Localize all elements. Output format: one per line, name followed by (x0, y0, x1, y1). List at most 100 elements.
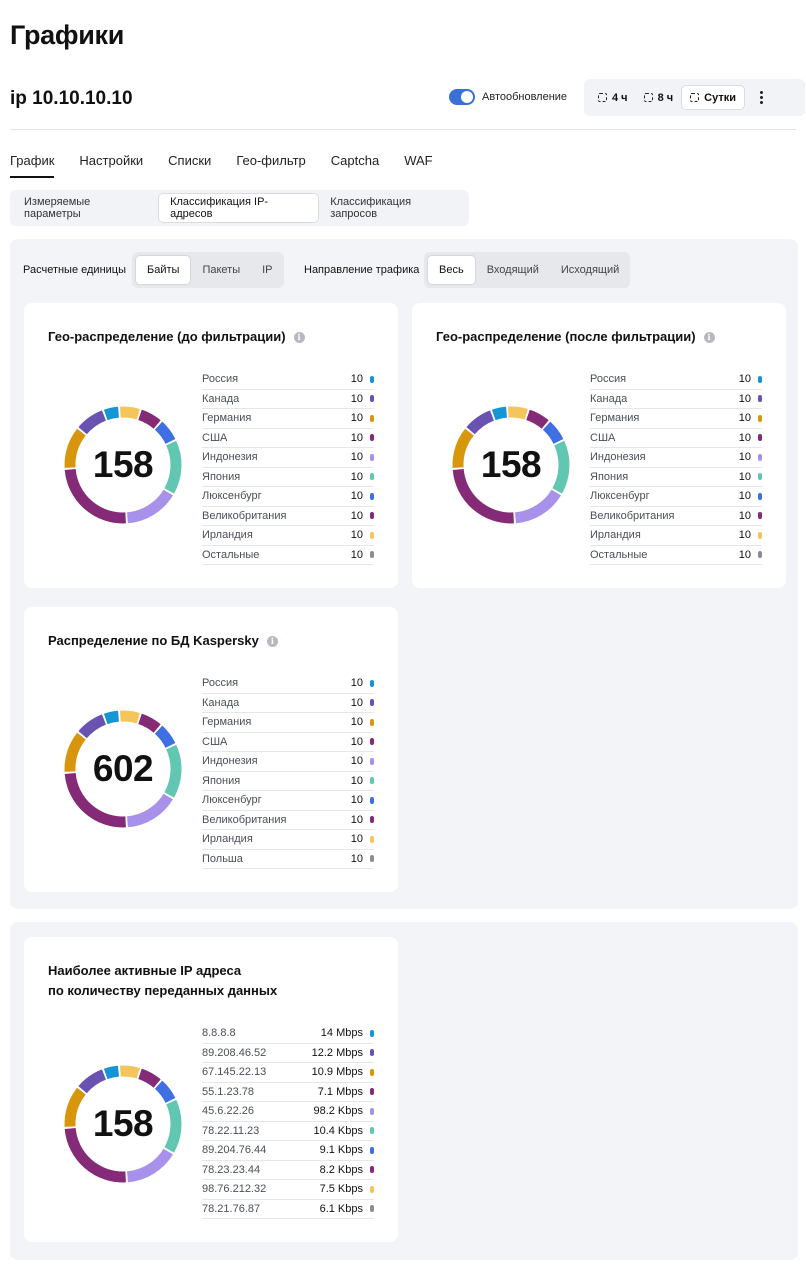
legend-label: Япония (202, 774, 241, 787)
legend-color-marker (370, 512, 374, 520)
direction-all-button[interactable]: Весь (427, 255, 476, 285)
legend-label: 55.1.23.78 (202, 1085, 254, 1098)
legend-color-marker (370, 414, 374, 422)
card-title-text: Распределение по БД Kaspersky (48, 633, 259, 648)
legend-label: Индонезия (590, 451, 646, 464)
legend-color-marker (370, 1088, 374, 1096)
legend-row: Польша 10 (202, 850, 374, 869)
card-title-line2: по количеству переданных данных (48, 983, 278, 998)
units-packets-button[interactable]: Пакеты (191, 255, 251, 285)
units-selector: Байты Пакеты IP (132, 252, 284, 288)
legend-color-marker (758, 414, 762, 422)
tab-geo-filter[interactable]: Гео-фильтр (236, 153, 305, 178)
units-ip-button[interactable]: IP (251, 255, 283, 285)
kaspersky-card: Распределение по БД Kaspersky i 602 Росс… (24, 607, 398, 892)
legend-label: Ирландия (590, 529, 641, 542)
legend-value: 7.1 Mbps (317, 1085, 363, 1098)
geo-before-card: Гео-распределение (до фильтрации) i 158 … (24, 303, 398, 588)
legend-value: 10 (350, 794, 363, 807)
legend-color-marker (370, 718, 374, 726)
legend-row: Канада 10 (202, 390, 374, 409)
auto-refresh-toggle[interactable] (449, 89, 475, 105)
legend-color-marker (370, 395, 374, 403)
legend-color-marker (370, 679, 374, 687)
legend-label: Германия (590, 412, 640, 425)
legend-row: 98.76.212.32 7.5 Kbps (202, 1180, 374, 1200)
range-8h-button[interactable]: 8 ч (636, 85, 682, 110)
more-menu-icon[interactable] (753, 91, 771, 104)
card-title: Наиболее активные IP адреса по количеств… (48, 961, 277, 1001)
legend-row: 78.23.23.44 8.2 Kbps (202, 1161, 374, 1180)
auto-refresh-label: Автообновление (482, 91, 568, 103)
legend-value: 10 (350, 392, 363, 405)
donut-chart: 158 (59, 1060, 187, 1188)
legend-value: 10 (738, 431, 751, 444)
auto-refresh[interactable]: Автообновление (449, 89, 567, 105)
legend-label: Люксенбург (590, 490, 650, 503)
tab-captcha[interactable]: Captcha (331, 153, 379, 178)
legend-color-marker (370, 816, 374, 824)
page-title: Графики (10, 20, 125, 50)
geo-after-card: Гео-распределение (после фильтрации) i 1… (412, 303, 786, 588)
legend-value: 10.9 Mbps (311, 1066, 363, 1079)
range-icon (643, 93, 653, 102)
legend-label: Люксенбург (202, 490, 262, 503)
range-4h-button[interactable]: 4 ч (590, 85, 636, 110)
range-icon (598, 93, 607, 102)
legend-label: 78.22.11.23 (202, 1124, 260, 1137)
subtab-ip-classification[interactable]: Классификация IP-адресов (158, 193, 320, 223)
info-icon[interactable]: i (266, 635, 278, 647)
legend-value: 10 (738, 373, 751, 386)
legend-value: 10 (350, 774, 363, 787)
range-day-button[interactable]: Сутки (681, 85, 745, 110)
legend-color-marker (758, 551, 762, 559)
legend-color-marker (370, 1166, 374, 1174)
legend-label: Ирландия (202, 529, 253, 542)
legend-value: 98.2 Kbps (313, 1105, 363, 1118)
units-bytes-button[interactable]: Байты (135, 255, 192, 285)
card-title-text: Гео-распределение (после фильтрации) (436, 329, 696, 344)
legend-color-marker (370, 855, 374, 863)
legend-value: 8.2 Kbps (319, 1163, 363, 1176)
legend-row: Индонезия 10 (590, 448, 762, 468)
subtab-measured-params[interactable]: Измеряемые параметры (13, 193, 158, 223)
legend-row: США 10 (202, 733, 374, 752)
legend-row: Ирландия 10 (202, 526, 374, 546)
legend-color-marker (370, 531, 374, 539)
tab-lists[interactable]: Списки (168, 153, 211, 178)
legend-row: Великобритания 10 (202, 811, 374, 830)
legend-label: Канада (202, 696, 240, 709)
legend-value: 10 (350, 431, 363, 444)
legend-row: 8.8.8.8 14 Mbps (202, 1024, 374, 1044)
direction-incoming-button[interactable]: Входящий (476, 255, 550, 285)
legend-row: Индонезия 10 (202, 752, 374, 772)
legend-color-marker (370, 796, 374, 804)
legend-label: Остальные (590, 548, 648, 561)
legend-color-marker (758, 434, 762, 442)
legend-value: 10 (350, 677, 363, 690)
legend-row: Россия 10 (590, 370, 762, 390)
info-icon[interactable]: i (293, 331, 305, 343)
legend-label: США (202, 431, 228, 444)
direction-outgoing-button[interactable]: Исходящий (550, 255, 630, 285)
legend-color-marker (370, 699, 374, 707)
legend-value: 10 (350, 412, 363, 425)
donut-chart: 602 (59, 705, 187, 833)
legend-label: 8.8.8.8 (202, 1027, 236, 1040)
info-icon[interactable]: i (703, 331, 715, 343)
range-8h-label: 8 ч (657, 91, 674, 104)
legend-label: Остальные (202, 548, 260, 561)
tab-settings[interactable]: Настройки (79, 153, 143, 178)
legend-row: Япония 10 (590, 468, 762, 487)
legend-row: Ирландия 10 (202, 830, 374, 850)
legend-value: 12.2 Mbps (311, 1046, 363, 1059)
direction-label: Направление трафика (304, 264, 420, 276)
legend: Россия 10 Канада 10 Германия 10 США 10 Индонезия… (590, 370, 762, 565)
tab-chart[interactable]: График (10, 153, 55, 178)
legend-row: США 10 (590, 429, 762, 448)
legend: Россия 10 Канада 10 Германия 10 США 10 Индонезия… (202, 370, 374, 565)
subtab-request-classification[interactable]: Классификация запросов (319, 193, 469, 223)
tab-waf[interactable]: WAF (404, 153, 432, 178)
donut-total: 158 (92, 444, 154, 485)
legend-value: 10 (350, 548, 363, 561)
